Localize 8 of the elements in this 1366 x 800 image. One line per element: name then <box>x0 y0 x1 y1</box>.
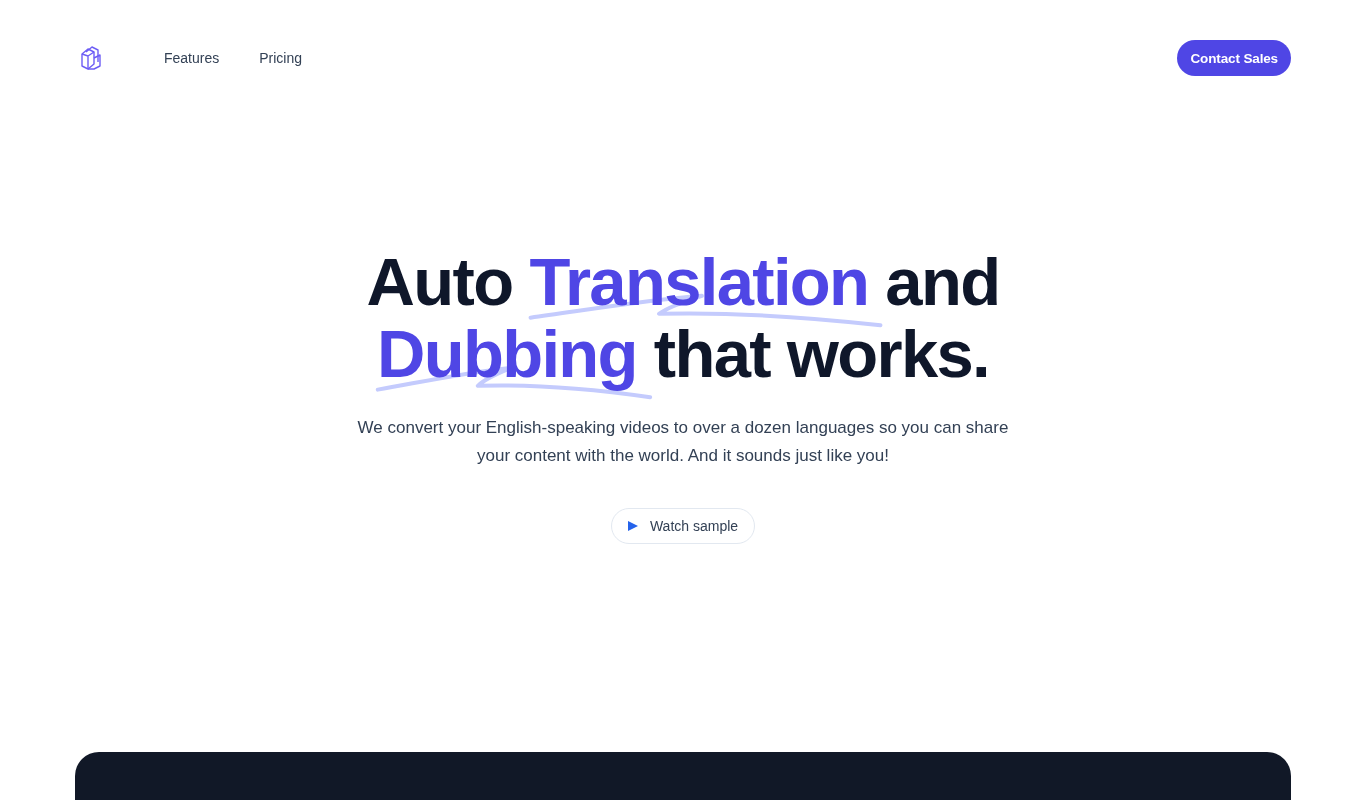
nav-link[interactable]: Features <box>164 50 220 66</box>
hero-description: We convert your English-speaking videos to over a dozen languages so you can share your content with the world. And it sounds just like you! <box>356 417 1010 467</box>
contact-sales-button[interactable]: Contact Sales <box>1177 40 1291 76</box>
watch-sample-button[interactable]: Watch sample <box>610 508 756 544</box>
nav-link[interactable]: Pricing <box>259 50 303 66</box>
play-icon <box>627 521 638 531</box>
hero-headline: Auto Translation and Dubbing that works. <box>333 246 1033 390</box>
stacked-boxes-logo-icon[interactable] <box>80 46 102 70</box>
